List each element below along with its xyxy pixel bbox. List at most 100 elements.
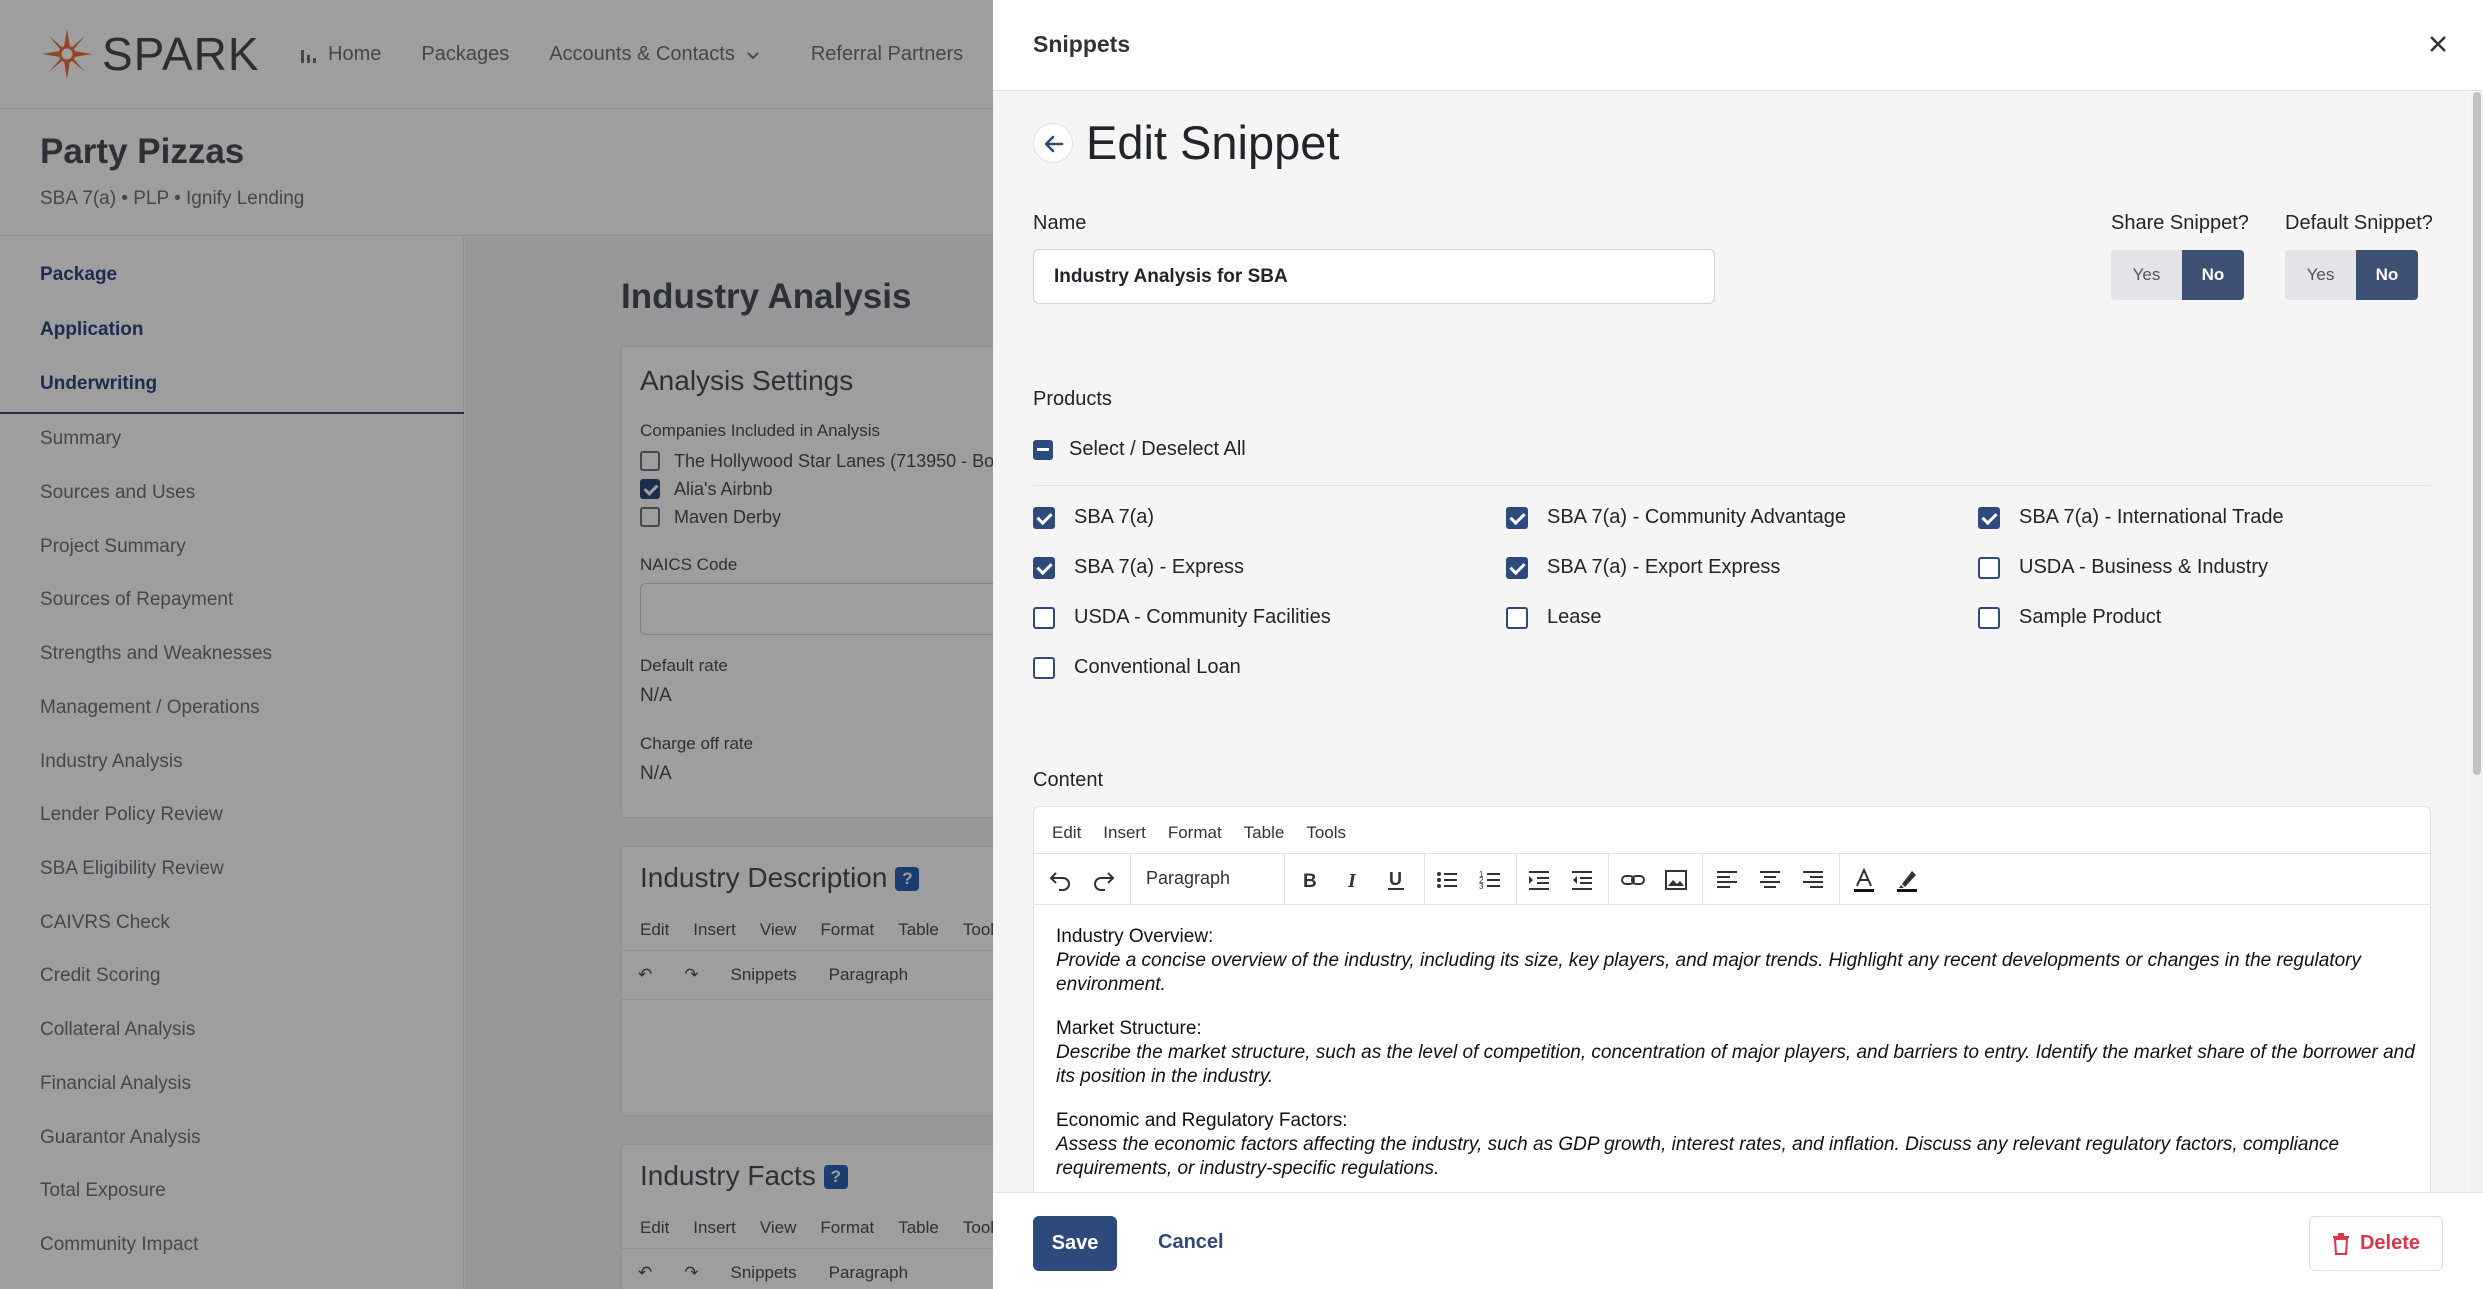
align-right-icon[interactable]	[1800, 867, 1826, 893]
product-checkbox[interactable]	[1033, 656, 1055, 679]
product-label: SBA 7(a) - Export Express	[1547, 556, 1781, 578]
edit-snippet-title: Edit Snippet	[1086, 116, 1340, 169]
undo-icon[interactable]	[1047, 867, 1073, 893]
panel-footer: Save Cancel Delete	[993, 1192, 2483, 1289]
product-label: Conventional Loan	[1074, 656, 1241, 678]
editor-toolbar: Paragraph B I U 123	[1034, 853, 2430, 905]
numbered-list-icon[interactable]: 123	[1477, 867, 1503, 893]
delete-button[interactable]: Delete	[2309, 1216, 2443, 1271]
content-heading-2: Economic and Regulatory Factors:	[1056, 1110, 1348, 1131]
product-label: SBA 7(a) - Community Advantage	[1547, 506, 1847, 528]
product-checkbox[interactable]	[1506, 606, 1528, 629]
indent-icon[interactable]	[1526, 867, 1552, 893]
share-snippet-toggle: Yes No	[2111, 250, 2244, 300]
back-button[interactable]	[1033, 123, 1073, 163]
bold-icon[interactable]: B	[1296, 867, 1322, 893]
product-checkbox[interactable]	[1033, 606, 1055, 629]
toolbar-divider	[1608, 854, 1609, 904]
editor-menu-edit[interactable]: Edit	[1052, 823, 1081, 843]
highlight-icon[interactable]	[1894, 867, 1920, 893]
content-body-0: Provide a concise overview of the indust…	[1056, 950, 2361, 995]
content-body-1: Describe the market structure, such as t…	[1056, 1042, 2415, 1087]
toolbar-divider	[1516, 854, 1517, 904]
select-all-label: Select / Deselect All	[1069, 438, 1246, 460]
editor-menu-format[interactable]: Format	[1168, 823, 1222, 843]
panel-body: Edit Snippet Name Industry Analysis for …	[993, 92, 2471, 1192]
product-option[interactable]: Conventional Loan	[1033, 656, 1241, 679]
link-icon[interactable]	[1620, 867, 1646, 893]
product-checkbox[interactable]	[1033, 556, 1055, 579]
default-no-button[interactable]: No	[2356, 250, 2418, 300]
align-left-icon[interactable]	[1714, 867, 1740, 893]
default-yes-button[interactable]: Yes	[2285, 250, 2356, 300]
product-checkbox[interactable]	[1506, 556, 1528, 579]
products-divider	[1033, 485, 2431, 486]
product-option[interactable]: SBA 7(a) - Express	[1033, 556, 1244, 579]
svg-text:B: B	[1303, 871, 1317, 892]
select-all-checkbox[interactable]: Select / Deselect All	[1033, 438, 1246, 461]
toolbar-divider	[1130, 854, 1131, 904]
redo-icon[interactable]	[1091, 867, 1117, 893]
svg-text:U: U	[1389, 869, 1402, 889]
product-label: USDA - Business & Industry	[2019, 556, 2268, 578]
product-label: SBA 7(a)	[1074, 506, 1155, 528]
snippets-panel: Snippets Edit Snippet Name Industry Anal…	[993, 0, 2483, 1289]
close-icon[interactable]	[2423, 29, 2453, 59]
content-heading-1: Market Structure:	[1056, 1018, 1202, 1039]
panel-scrollbar[interactable]	[2471, 92, 2483, 1192]
align-center-icon[interactable]	[1757, 867, 1783, 893]
share-snippet-label: Share Snippet?	[2111, 212, 2249, 234]
product-label: USDA - Community Facilities	[1074, 606, 1331, 628]
product-option[interactable]: USDA - Business & Industry	[1978, 556, 2268, 579]
product-option[interactable]: Lease	[1506, 606, 1602, 629]
product-checkbox[interactable]	[1033, 506, 1055, 529]
product-option[interactable]: SBA 7(a) - International Trade	[1978, 506, 2284, 529]
image-icon[interactable]	[1663, 867, 1689, 893]
cancel-button[interactable]: Cancel	[1158, 1231, 1224, 1254]
product-checkbox[interactable]	[1978, 606, 2000, 629]
toolbar-divider	[1424, 854, 1425, 904]
save-button[interactable]: Save	[1033, 1216, 1117, 1271]
scrollbar-thumb[interactable]	[2473, 92, 2481, 775]
share-yes-button[interactable]: Yes	[2111, 250, 2182, 300]
share-no-button[interactable]: No	[2182, 250, 2244, 300]
editor-menu-tools[interactable]: Tools	[1306, 823, 1346, 843]
name-label: Name	[1033, 212, 1087, 234]
product-option[interactable]: Sample Product	[1978, 606, 2161, 629]
delete-label: Delete	[2359, 1232, 2421, 1254]
paragraph-select[interactable]: Paragraph	[1146, 868, 1230, 889]
product-option[interactable]: SBA 7(a)	[1033, 506, 1154, 529]
toolbar-divider	[1702, 854, 1703, 904]
svg-text:I: I	[1347, 870, 1357, 892]
toolbar-divider	[1284, 854, 1285, 904]
product-option[interactable]: USDA - Community Facilities	[1033, 606, 1331, 629]
product-label: SBA 7(a) - International Trade	[2019, 506, 2284, 528]
text-color-icon[interactable]	[1851, 867, 1877, 893]
name-input[interactable]: Industry Analysis for SBA	[1033, 249, 1715, 304]
product-option[interactable]: SBA 7(a) - Export Express	[1506, 556, 1780, 579]
product-label: Lease	[1547, 606, 1602, 628]
panel-title: Snippets	[1033, 31, 1131, 57]
trash-icon	[2332, 1232, 2349, 1255]
editor-menu-table[interactable]: Table	[1244, 823, 1285, 843]
toolbar-divider	[1839, 854, 1840, 904]
outdent-icon[interactable]	[1569, 867, 1595, 893]
editor-menubar: Edit Insert Format Table Tools	[1052, 823, 1346, 843]
product-checkbox[interactable]	[1978, 556, 2000, 579]
product-option[interactable]: SBA 7(a) - Community Advantage	[1506, 506, 1846, 529]
editor-menu-insert[interactable]: Insert	[1103, 823, 1146, 843]
svg-text:3: 3	[1479, 882, 1484, 891]
bullet-list-icon[interactable]	[1434, 867, 1460, 893]
product-checkbox[interactable]	[1506, 506, 1528, 529]
editor-content[interactable]: Industry Overview: Provide a concise ove…	[1056, 925, 2416, 1192]
content-label: Content	[1033, 769, 1104, 791]
underline-icon[interactable]: U	[1383, 867, 1409, 893]
default-snippet-toggle: Yes No	[2285, 250, 2418, 300]
italic-icon[interactable]: I	[1340, 867, 1366, 893]
panel-header: Snippets	[993, 0, 2483, 91]
content-heading-0: Industry Overview:	[1056, 926, 1214, 947]
rich-text-editor: Edit Insert Format Table Tools Paragraph…	[1033, 806, 2431, 1192]
product-checkbox[interactable]	[1978, 506, 2000, 529]
arrow-left-icon	[1044, 135, 1064, 153]
products-label: Products	[1033, 388, 1112, 410]
